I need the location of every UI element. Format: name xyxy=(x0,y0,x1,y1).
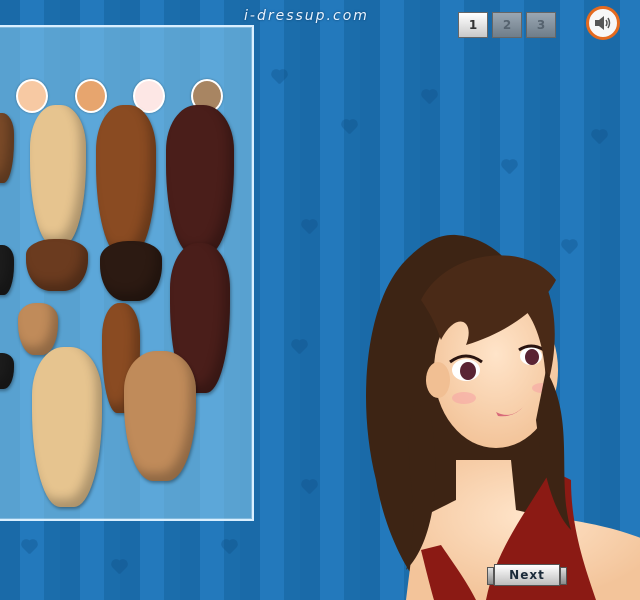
heart-icon xyxy=(300,220,318,234)
heart-icon xyxy=(340,120,358,134)
hair-style-option[interactable] xyxy=(32,347,102,507)
hair-style-option[interactable] xyxy=(30,105,86,245)
sound-toggle-button[interactable] xyxy=(586,6,620,40)
heart-icon xyxy=(420,90,438,104)
page-button-1[interactable]: 1 xyxy=(458,12,488,38)
site-logo[interactable]: i-dressup.com xyxy=(244,8,369,24)
page-selector: 1 2 3 xyxy=(458,12,556,38)
heart-icon xyxy=(20,540,38,554)
page-button-3[interactable]: 3 xyxy=(526,12,556,38)
hair-style-option[interactable] xyxy=(96,105,156,255)
heart-icon xyxy=(110,560,128,574)
skin-tone-swatch[interactable] xyxy=(16,79,48,113)
heart-icon xyxy=(220,540,238,554)
page-button-2[interactable]: 2 xyxy=(492,12,522,38)
heart-icon xyxy=(500,160,518,174)
heart-icon xyxy=(300,480,318,494)
doll-character xyxy=(366,234,640,600)
skin-tone-swatch[interactable] xyxy=(75,79,107,113)
hair-style-option[interactable] xyxy=(124,351,196,481)
hair-selection-panel xyxy=(0,25,254,521)
hair-style-option[interactable] xyxy=(0,245,14,295)
hair-style-option[interactable] xyxy=(0,353,14,389)
hair-style-option[interactable] xyxy=(18,303,58,355)
hair-style-option[interactable] xyxy=(166,105,234,255)
hair-style-option[interactable] xyxy=(0,113,14,183)
next-button[interactable]: Next xyxy=(487,564,567,586)
speaker-icon xyxy=(595,16,611,30)
hair-style-option[interactable] xyxy=(26,239,88,291)
heart-icon xyxy=(270,70,288,84)
heart-icon xyxy=(290,340,308,354)
heart-icon xyxy=(590,130,608,144)
hair-style-option[interactable] xyxy=(100,241,162,301)
